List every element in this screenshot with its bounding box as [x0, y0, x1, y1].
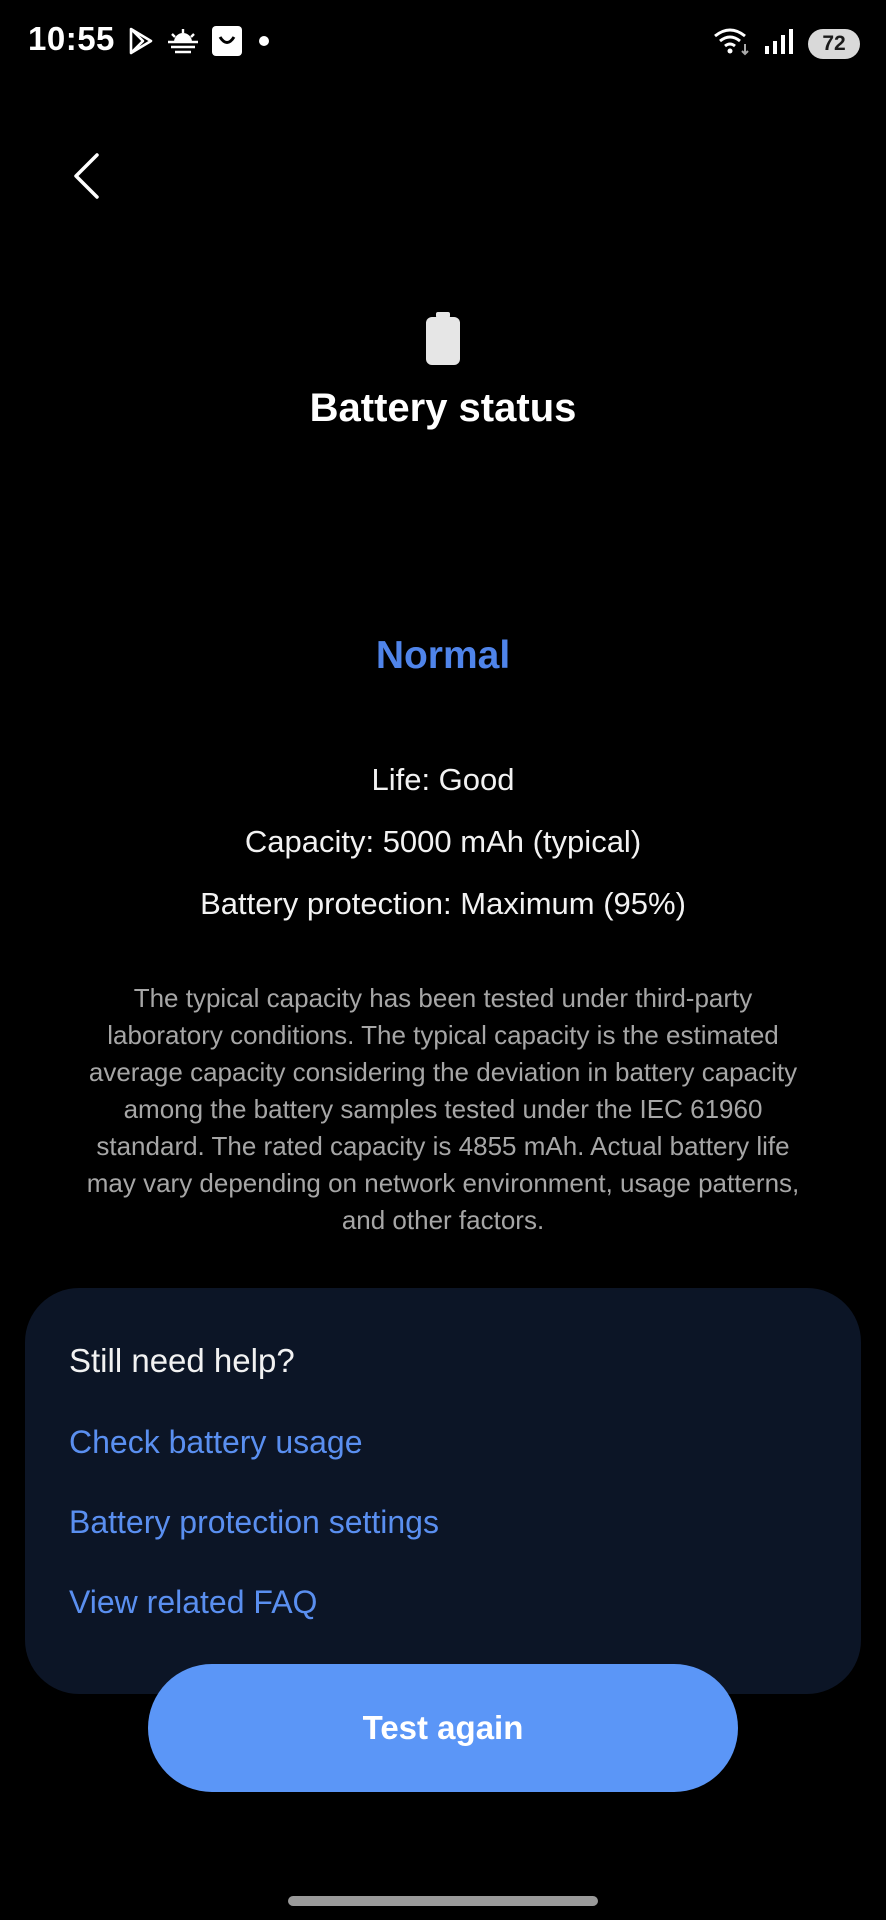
help-card: Still need help? Check battery usage Bat… — [25, 1288, 861, 1694]
view-related-faq-link[interactable]: View related FAQ — [69, 1584, 317, 1621]
page-title: Battery status — [309, 386, 577, 430]
capacity-note: The typical capacity has been tested und… — [86, 983, 800, 1235]
signal-icon — [762, 26, 798, 61]
status-right-icons: 72 — [712, 26, 860, 61]
protection-detail: Battery protection: Maximum (95%) — [200, 886, 686, 921]
weather-icon — [166, 26, 200, 61]
home-indicator[interactable] — [288, 1896, 598, 1906]
shopping-bag-icon — [210, 24, 244, 63]
status-left-icons — [126, 24, 274, 63]
test-again-button[interactable]: Test again — [148, 1664, 738, 1792]
status-time: 10:55 — [28, 20, 115, 57]
play-store-icon — [126, 26, 156, 61]
notification-dot-icon — [254, 31, 274, 56]
battery-icon — [424, 312, 462, 366]
battery-protection-settings-link[interactable]: Battery protection settings — [69, 1504, 439, 1541]
back-button[interactable] — [62, 150, 110, 206]
wifi-icon — [712, 26, 752, 61]
chevron-left-icon — [71, 151, 101, 206]
status-bar: 10:55 72 — [0, 0, 886, 84]
life-detail: Life: Good — [371, 762, 515, 797]
help-title: Still need help? — [69, 1342, 295, 1379]
capacity-detail: Capacity: 5000 mAh (typical) — [244, 824, 642, 859]
battery-level-badge: 72 — [808, 28, 860, 59]
battery-status-value: Normal — [375, 634, 511, 677]
check-battery-usage-link[interactable]: Check battery usage — [69, 1424, 363, 1461]
